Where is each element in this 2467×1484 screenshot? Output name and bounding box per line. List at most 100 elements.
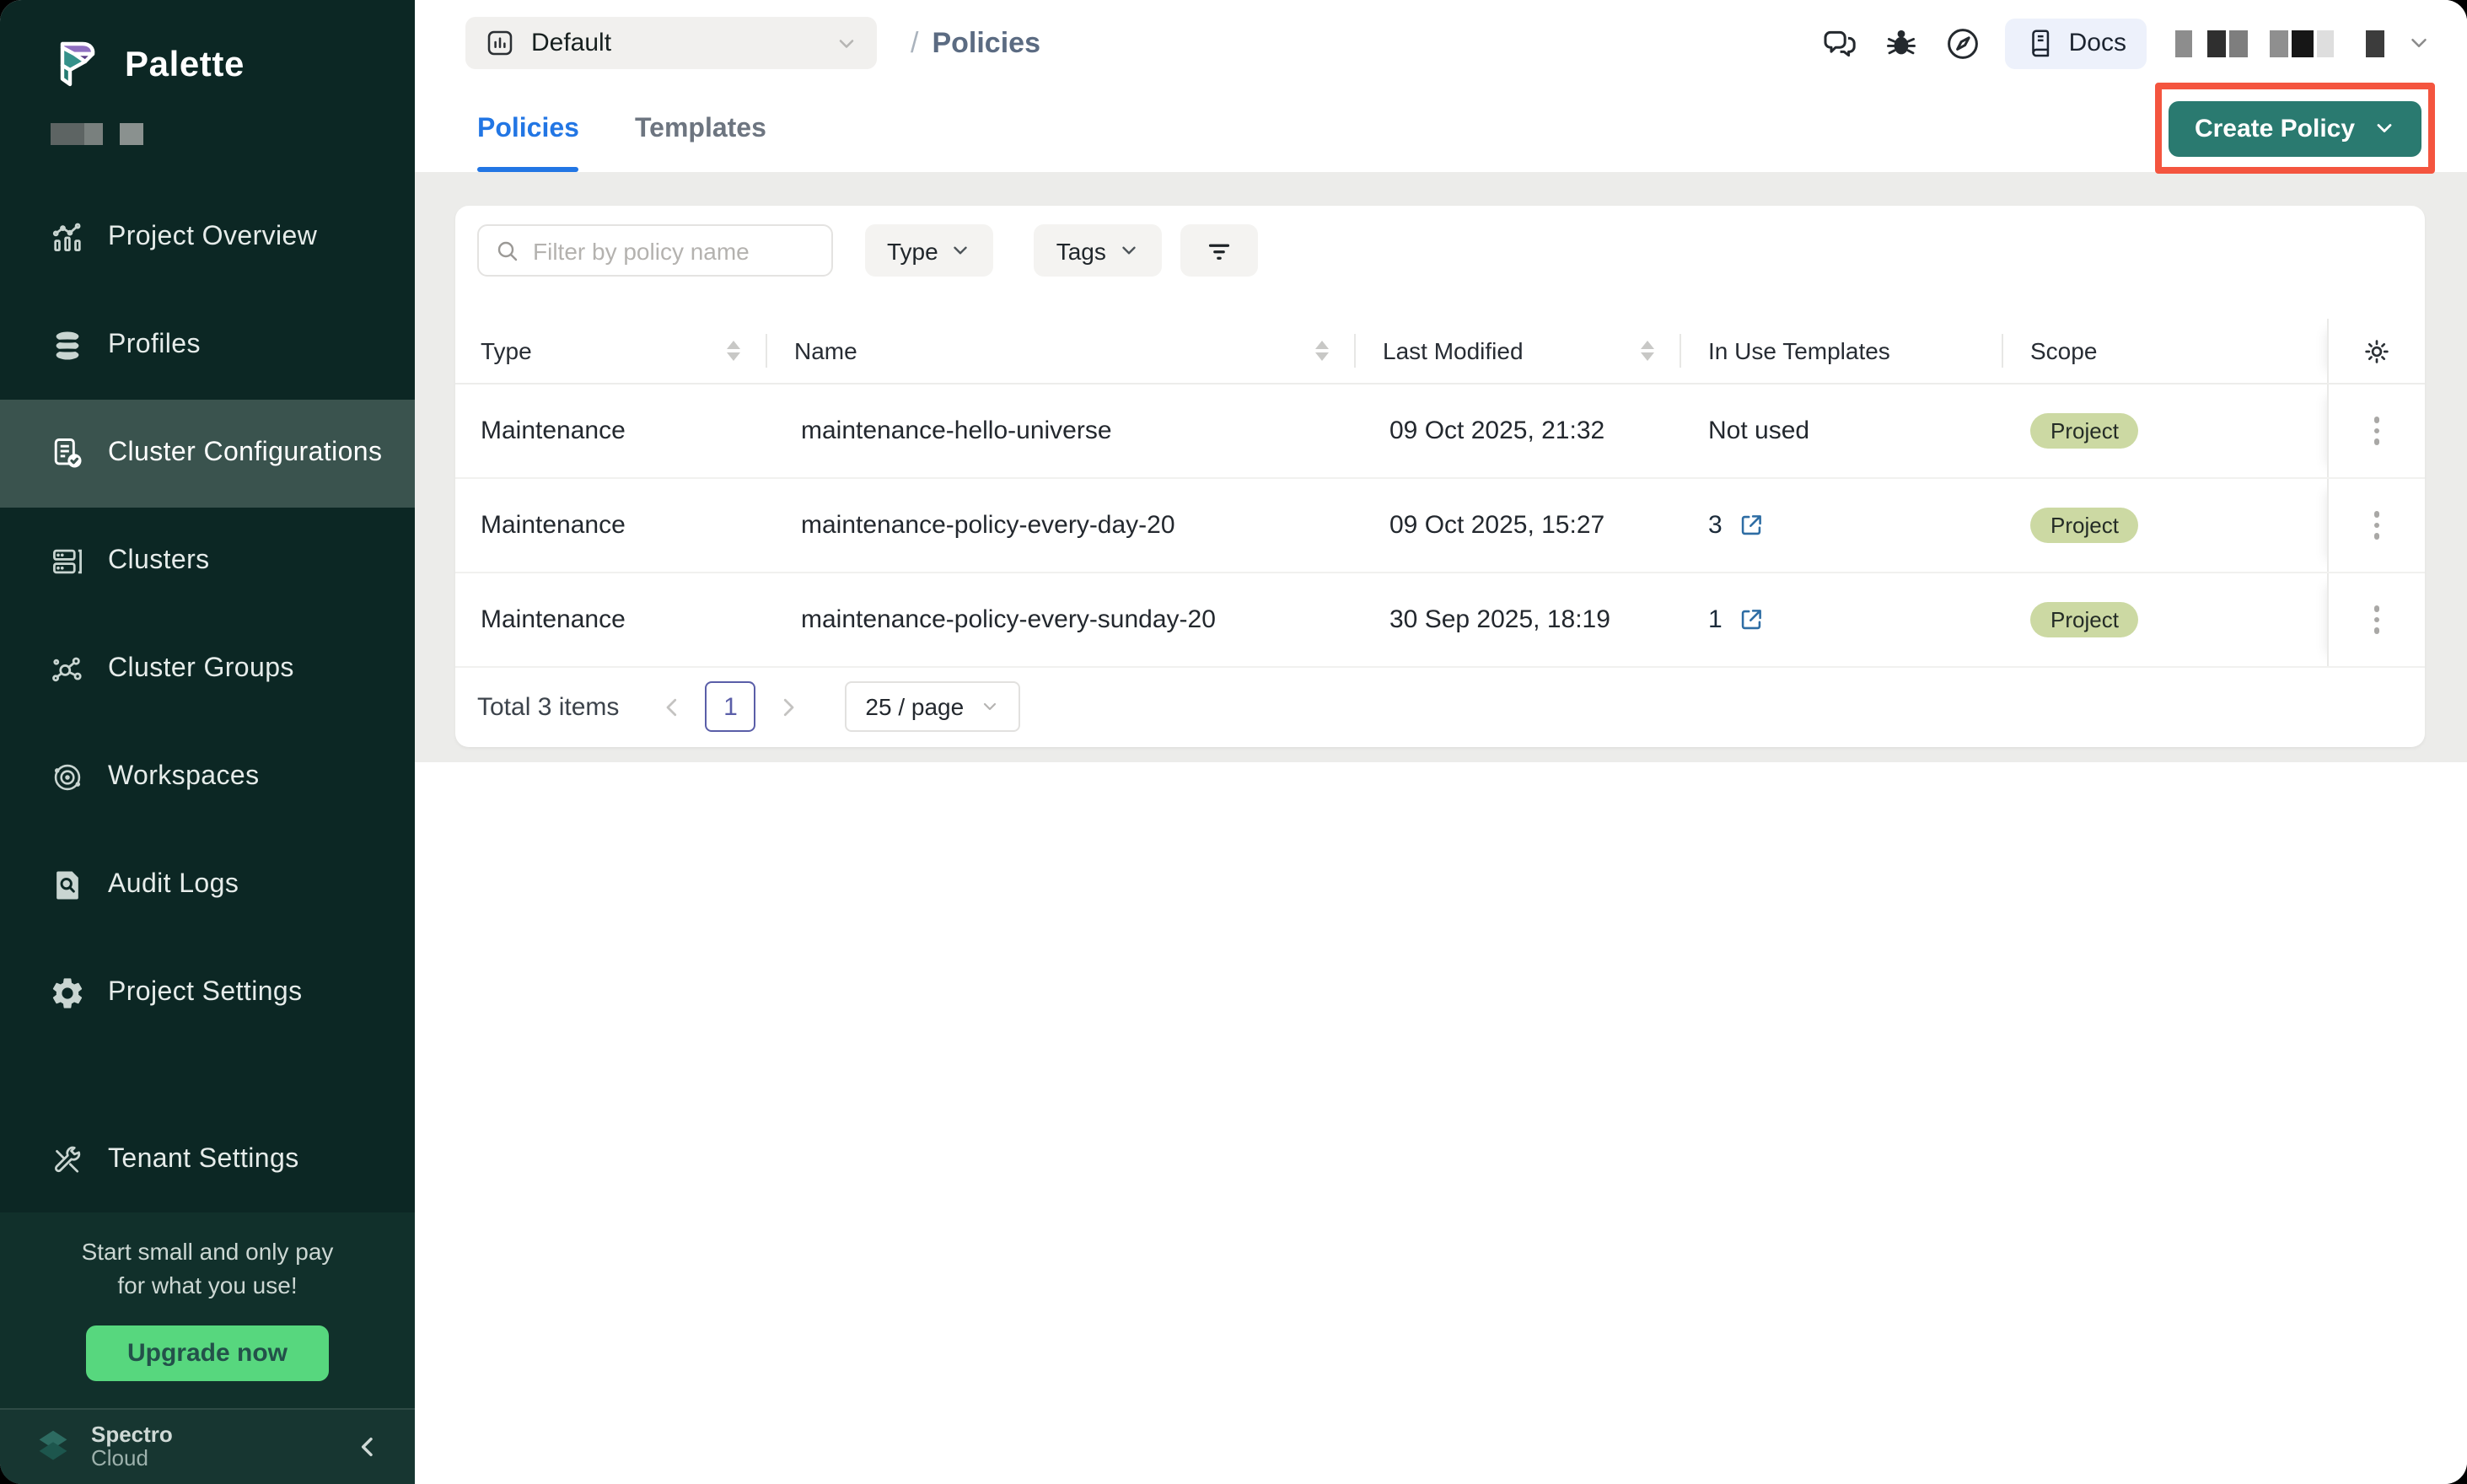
cell-in-use: 3 xyxy=(1681,479,2003,572)
sidebar: Palette Project Overview xyxy=(0,0,415,1484)
chat-icon[interactable] xyxy=(1819,23,1860,63)
cell-name: maintenance-hello-universe xyxy=(767,384,1356,477)
row-menu-kebab-icon[interactable] xyxy=(2368,505,2387,546)
sort-icon xyxy=(727,341,740,361)
collapse-sidebar-icon[interactable] xyxy=(354,1433,381,1460)
redacted-avatar xyxy=(2366,30,2384,56)
row-menu-kebab-icon[interactable] xyxy=(2368,411,2387,452)
type-filter-dropdown[interactable]: Type xyxy=(865,224,994,277)
sidebar-item-label: Project Overview xyxy=(108,223,317,253)
active-tab-underline xyxy=(477,167,579,172)
column-header-scope: Scope xyxy=(2003,319,2327,383)
brand: Palette xyxy=(0,0,415,145)
row-menu-kebab-icon[interactable] xyxy=(2368,600,2387,641)
bug-report-icon[interactable] xyxy=(1882,24,1921,62)
sidebar-item-cluster-groups[interactable]: Cluster Groups xyxy=(0,616,415,723)
scope-badge: Project xyxy=(2030,508,2139,543)
app-window: Palette Project Overview xyxy=(0,0,2467,1484)
create-policy-button[interactable]: Create Policy xyxy=(2169,100,2421,156)
pagination-total: Total 3 items xyxy=(477,692,619,721)
cell-name: maintenance-policy-every-sunday-20 xyxy=(767,573,1356,666)
book-icon xyxy=(2025,27,2057,59)
table-row: Maintenance maintenance-hello-universe 0… xyxy=(455,384,2425,479)
user-menu-chevron-icon[interactable] xyxy=(2406,30,2432,56)
cell-actions xyxy=(2327,479,2425,572)
column-header-in-use-templates: In Use Templates xyxy=(1681,319,2003,383)
cell-scope: Project xyxy=(2003,479,2327,572)
chevron-down-icon xyxy=(2372,116,2395,140)
sidebar-item-project-overview[interactable]: Project Overview xyxy=(0,184,415,292)
sidebar-item-label: Project Settings xyxy=(108,978,303,1008)
breadcrumb-current: Policies xyxy=(932,26,1040,60)
project-selector-value: Default xyxy=(531,29,611,57)
sidebar-item-cluster-configurations[interactable]: Cluster Configurations xyxy=(0,400,415,508)
cell-scope: Project xyxy=(2003,384,2327,477)
project-scope-icon xyxy=(484,27,516,59)
redacted-tenant-name xyxy=(2270,30,2334,56)
content-band: Type Tags xyxy=(415,172,2467,762)
sidebar-item-label: Clusters xyxy=(108,546,210,577)
tab-policies[interactable]: Policies xyxy=(477,115,579,172)
docs-button[interactable]: Docs xyxy=(2005,18,2147,68)
servers-icon xyxy=(49,543,86,580)
sidebar-item-profiles[interactable]: Profiles xyxy=(0,292,415,400)
cell-type: Maintenance xyxy=(455,479,767,572)
policies-card: Type Tags xyxy=(455,206,2425,747)
topbar: Default / Policies xyxy=(415,0,2467,86)
main-content: Default / Policies xyxy=(415,0,2467,1484)
scope-badge: Project xyxy=(2030,602,2139,637)
column-header-type[interactable]: Type xyxy=(455,319,767,383)
chevron-down-icon xyxy=(1118,239,1140,261)
tags-filter-dropdown[interactable]: Tags xyxy=(1035,224,1162,277)
promo-text: Start small and only pay for what you us… xyxy=(17,1237,398,1302)
search-input[interactable] xyxy=(533,237,838,264)
pagination: Total 3 items 1 25 / page xyxy=(455,668,2425,745)
chevron-down-icon xyxy=(979,696,999,717)
sidebar-item-label: Profiles xyxy=(108,331,201,361)
next-page-icon[interactable] xyxy=(776,694,801,719)
table-row: Maintenance maintenance-policy-every-sun… xyxy=(455,573,2425,668)
sidebar-item-workspaces[interactable]: Workspaces xyxy=(0,723,415,831)
redacted-user-name xyxy=(2175,30,2192,56)
redacted-user-name-2 xyxy=(2207,30,2248,56)
cell-last-modified: 30 Sep 2025, 18:19 xyxy=(1356,573,1681,666)
policies-table: Type Name Last Modified xyxy=(455,319,2425,668)
sidebar-footer: Spectro Cloud xyxy=(0,1408,415,1484)
brand-name: Palette xyxy=(125,46,245,86)
in-use-templates-link[interactable]: 3 xyxy=(1708,511,1766,540)
page-size-select[interactable]: 25 / page xyxy=(845,681,1019,732)
network-nodes-icon xyxy=(49,651,86,688)
column-settings-header xyxy=(2327,319,2425,383)
project-selector[interactable]: Default xyxy=(465,17,877,69)
sort-icon xyxy=(1641,341,1654,361)
page-number-button[interactable]: 1 xyxy=(705,681,755,732)
upgrade-promo: Start small and only pay for what you us… xyxy=(0,1213,415,1408)
sidebar-item-project-settings[interactable]: Project Settings xyxy=(0,939,415,1047)
cell-in-use: 1 xyxy=(1681,573,2003,666)
orbit-icon xyxy=(49,759,86,796)
in-use-templates-link[interactable]: 1 xyxy=(1708,605,1766,634)
external-link-icon xyxy=(1738,605,1766,634)
scope-badge: Project xyxy=(2030,413,2139,449)
sidebar-item-label: Audit Logs xyxy=(108,870,239,901)
column-header-last-modified[interactable]: Last Modified xyxy=(1356,319,1681,383)
previous-page-icon[interactable] xyxy=(659,694,685,719)
sidebar-item-label: Cluster Configurations xyxy=(108,438,382,469)
cell-type: Maintenance xyxy=(455,384,767,477)
document-check-icon xyxy=(49,435,86,472)
upgrade-now-button[interactable]: Upgrade now xyxy=(87,1325,328,1381)
table-settings-gear-icon[interactable] xyxy=(2361,335,2393,367)
breadcrumb: / Policies xyxy=(911,26,1040,60)
sidebar-item-tenant-settings[interactable]: Tenant Settings xyxy=(0,1106,415,1214)
sidebar-item-label: Workspaces xyxy=(108,762,259,793)
cell-type: Maintenance xyxy=(455,573,767,666)
more-filters-button[interactable] xyxy=(1180,224,1258,277)
sidebar-item-audit-logs[interactable]: Audit Logs xyxy=(0,831,415,939)
sidebar-item-label: Cluster Groups xyxy=(108,654,294,685)
sidebar-item-clusters[interactable]: Clusters xyxy=(0,508,415,616)
compass-icon[interactable] xyxy=(1943,23,1983,63)
column-header-name[interactable]: Name xyxy=(767,319,1356,383)
topbar-actions: Docs xyxy=(1819,0,2432,86)
tools-icon xyxy=(49,1142,86,1179)
tab-templates[interactable]: Templates xyxy=(635,115,766,172)
